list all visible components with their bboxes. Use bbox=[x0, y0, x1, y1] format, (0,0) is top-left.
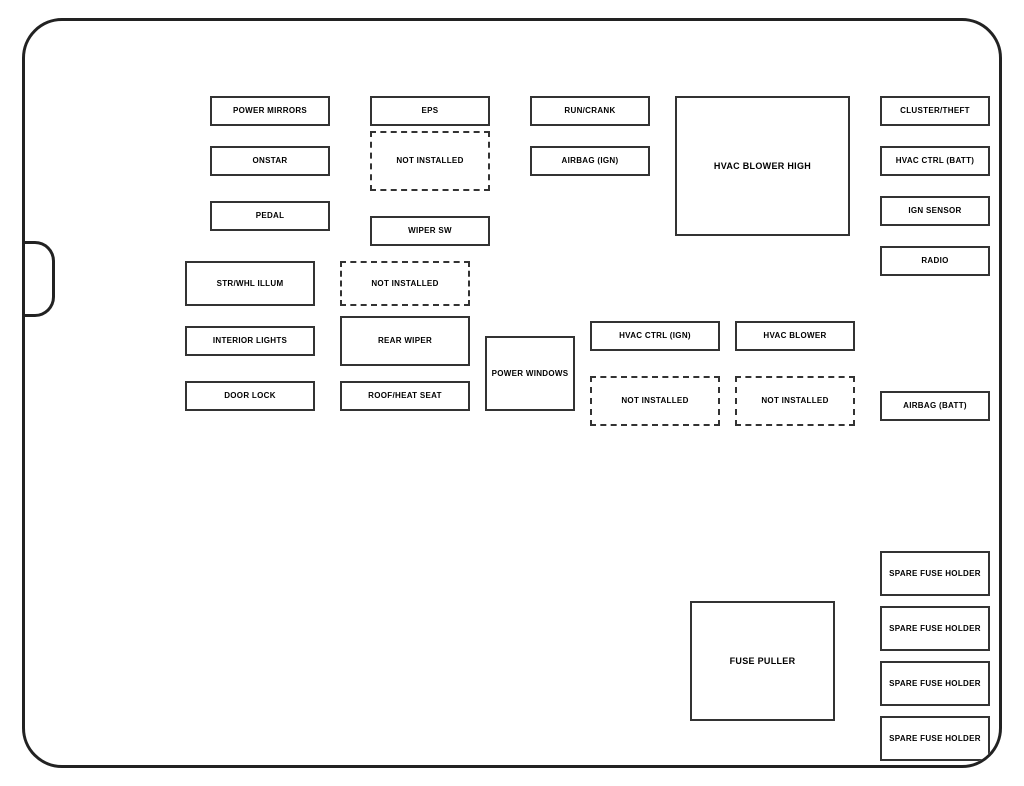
hvac-blower: HVAC BLOWER bbox=[735, 321, 855, 351]
rear-wiper: REAR WIPER bbox=[340, 316, 470, 366]
roof-heat-seat: ROOF/HEAT SEAT bbox=[340, 381, 470, 411]
power-windows: POWER WINDOWS bbox=[485, 336, 575, 411]
diagram-content: POWER MIRRORS EPS RUN/CRANK CLUSTER/THEFT ON… bbox=[25, 21, 999, 765]
run-crank: RUN/CRANK bbox=[530, 96, 650, 126]
onstar: ONSTAR bbox=[210, 146, 330, 176]
door-lock: DOOR LOCK bbox=[185, 381, 315, 411]
interior-lights: INTERIOR LIGHTS bbox=[185, 326, 315, 356]
pedal: PEDAL bbox=[210, 201, 330, 231]
fuse-puller: FUSE PULLER bbox=[690, 601, 835, 721]
power-mirrors: POWER MIRRORS bbox=[210, 96, 330, 126]
wiper-sw: WIPER SW bbox=[370, 216, 490, 246]
eps: EPS bbox=[370, 96, 490, 126]
spare-fuse-4: SPARE FUSE HOLDER bbox=[880, 716, 990, 761]
not-installed-4: NOT INSTALLED bbox=[735, 376, 855, 426]
not-installed-2: NOT INSTALLED bbox=[340, 261, 470, 306]
spare-fuse-3: SPARE FUSE HOLDER bbox=[880, 661, 990, 706]
fuse-diagram: POWER MIRRORS EPS RUN/CRANK CLUSTER/THEFT ON… bbox=[22, 18, 1002, 768]
spare-fuse-1: SPARE FUSE HOLDER bbox=[880, 551, 990, 596]
not-installed-1: NOT INSTALLED bbox=[370, 131, 490, 191]
airbag-ign: AIRBAG (IGN) bbox=[530, 146, 650, 176]
ign-sensor: IGN SENSOR bbox=[880, 196, 990, 226]
hvac-blower-high: HVAC BLOWER HIGH bbox=[675, 96, 850, 236]
hvac-ctrl-batt: HVAC CTRL (BATT) bbox=[880, 146, 990, 176]
hvac-ctrl-ign: HVAC CTRL (IGN) bbox=[590, 321, 720, 351]
spare-fuse-2: SPARE FUSE HOLDER bbox=[880, 606, 990, 651]
not-installed-3: NOT INSTALLED bbox=[590, 376, 720, 426]
cluster-theft: CLUSTER/THEFT bbox=[880, 96, 990, 126]
str-whl-illum: STR/WHL ILLUM bbox=[185, 261, 315, 306]
radio: RADIO bbox=[880, 246, 990, 276]
airbag-batt: AIRBAG (BATT) bbox=[880, 391, 990, 421]
